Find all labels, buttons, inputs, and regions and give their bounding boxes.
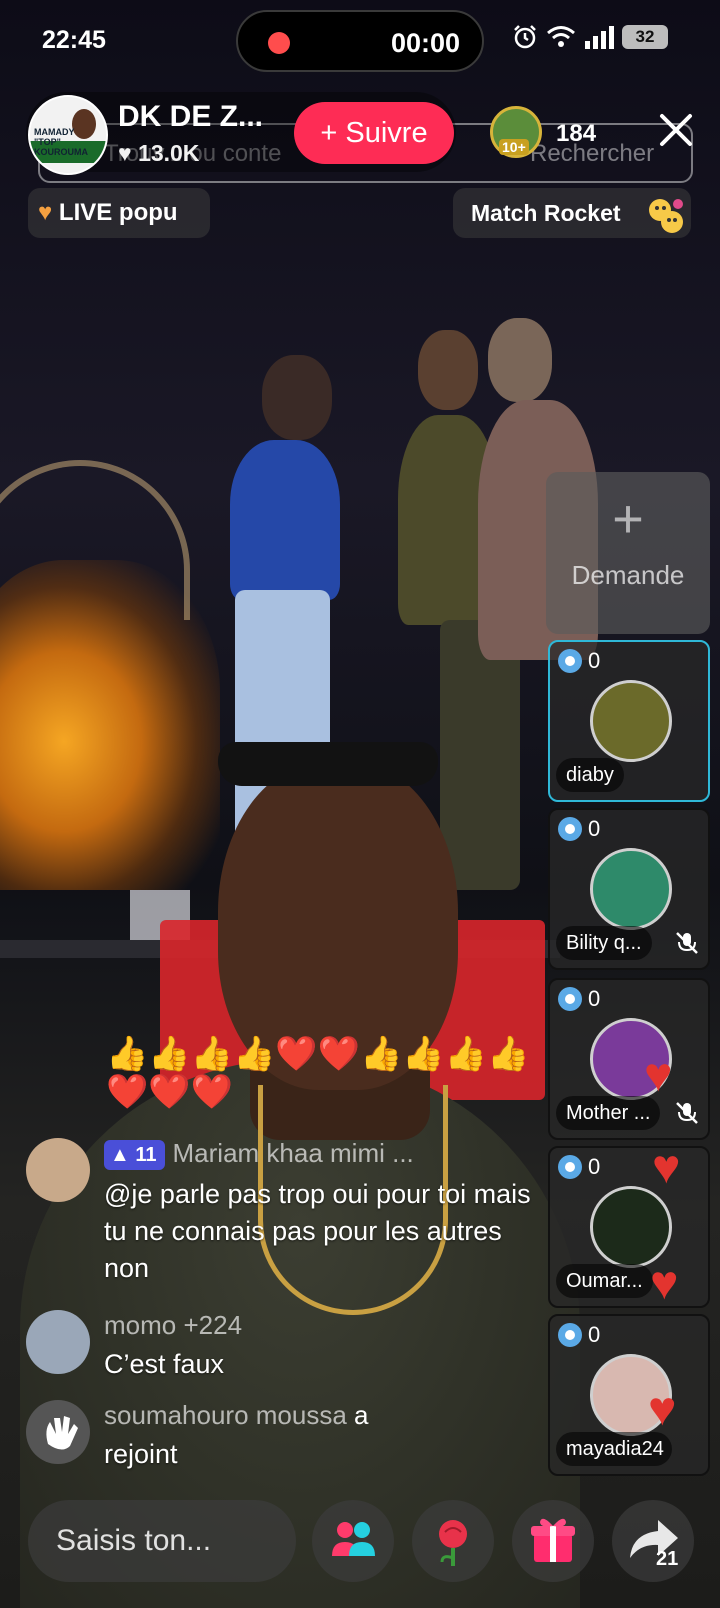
share-count: 21	[656, 1548, 679, 1570]
guest-score-value: 0	[588, 1154, 601, 1179]
guest-tile[interactable]: 0 Mother ...	[548, 978, 710, 1140]
chat-message-text: C’est faux	[104, 1349, 225, 1379]
floating-heart-icon: ♥	[650, 1257, 679, 1310]
gem-icon	[558, 987, 582, 1011]
match-rocket-label: Match Rocket	[471, 200, 621, 226]
rose-icon	[439, 1520, 467, 1566]
join-username-text: soumahouro moussa	[104, 1400, 347, 1430]
host-avatar[interactable]: MAMADY "TOP" KOUROUMA	[28, 95, 108, 175]
plus-icon: +	[612, 489, 644, 549]
battery-icon: 32	[622, 25, 668, 49]
record-dot-icon	[268, 32, 290, 54]
multi-guest-icon	[332, 1522, 375, 1556]
join-action: a	[354, 1400, 369, 1430]
guest-avatar	[590, 848, 672, 930]
guest-avatar	[590, 680, 672, 762]
level-badge: ▲ 11	[104, 1140, 165, 1171]
chat-username[interactable]: momo +224	[104, 1310, 242, 1341]
floating-heart-icon: ♥	[652, 1141, 681, 1194]
emoji-comment-line: 👍👍👍👍❤️❤️👍👍👍👍	[106, 1035, 530, 1073]
host-name[interactable]: DK DE Z...	[118, 100, 263, 134]
avatar-text: MAMADY "TOP" KOUROUMA	[34, 127, 88, 157]
emoji-comment-line: ❤️❤️❤️	[106, 1073, 234, 1111]
chat-username-text: Mariam khaa mimi ...	[172, 1138, 414, 1168]
join-text: rejoint	[104, 1439, 178, 1469]
multi-guest-button[interactable]	[312, 1500, 394, 1582]
signal-icon	[585, 26, 614, 49]
top-viewer-avatar[interactable]: 10+	[490, 106, 542, 158]
alarm-icon	[514, 25, 536, 49]
building-arch	[0, 460, 190, 620]
guest-tile[interactable]: 0 diaby	[548, 640, 710, 802]
guest-name: Bility q...	[556, 926, 652, 960]
host-sunglasses	[218, 742, 438, 786]
broken-heart-icon: ♥	[38, 199, 53, 226]
recording-timer: 00:00	[390, 28, 460, 58]
performer-head	[418, 330, 478, 410]
live-popular-pill[interactable]: ♥ LIVE popu	[28, 188, 210, 238]
viewer-level-badge: 10+	[499, 139, 529, 155]
status-bar: 22:45 00:00 32	[0, 0, 720, 80]
level-value: 11	[135, 1144, 157, 1167]
heart-icon: ♥	[118, 140, 132, 166]
guest-score-value: 0	[588, 1322, 601, 1347]
screen-recording-indicator[interactable]: 00:00	[236, 10, 484, 72]
guest-name: diaby	[556, 758, 624, 792]
gem-icon	[558, 1155, 582, 1179]
request-join-card[interactable]: + Demande	[546, 472, 710, 634]
gift-button[interactable]	[512, 1500, 594, 1582]
chat-avatar[interactable]	[26, 1310, 90, 1374]
rose-gift-button[interactable]	[412, 1500, 494, 1582]
join-username: soumahouro moussa a	[104, 1400, 369, 1431]
floating-heart-icon: ♥	[648, 1383, 677, 1436]
gem-icon	[558, 649, 582, 673]
guest-name: mayadia24	[556, 1432, 672, 1466]
chat-avatar[interactable]	[26, 1138, 90, 1202]
guest-tile[interactable]: 0 Oumar...	[548, 1146, 710, 1308]
clock: 22:45	[42, 26, 106, 54]
system-icons: 32	[512, 24, 668, 50]
host-likes: ♥ 13.0K	[118, 140, 199, 167]
guest-score: 0	[558, 986, 600, 1012]
guest-score-value: 0	[588, 816, 601, 841]
gift-icon	[531, 1518, 575, 1562]
follow-button[interactable]: + Suivre	[294, 102, 454, 164]
gem-icon	[558, 817, 582, 841]
performer-head	[488, 318, 552, 402]
live-popular-label: LIVE popu	[58, 199, 178, 226]
guest-score: 0	[558, 816, 600, 842]
guest-score: 0	[558, 1154, 600, 1180]
performer-head	[262, 355, 332, 440]
gem-icon	[558, 1323, 582, 1347]
share-button[interactable]	[612, 1500, 694, 1582]
mic-muted-icon	[676, 1102, 698, 1124]
guest-score-value: 0	[588, 986, 601, 1011]
wave-hand-icon	[26, 1400, 90, 1464]
chat-username[interactable]: ▲ 11 Mariam khaa mimi ...	[104, 1138, 414, 1171]
guest-tile[interactable]: 0 mayadia24	[548, 1314, 710, 1476]
chat-message-text: @je parle pas trop oui pour toi mais tu …	[104, 1179, 531, 1283]
request-label: Demande	[571, 560, 685, 590]
performer-legs	[440, 620, 520, 890]
floating-heart-icon: ♥	[644, 1049, 673, 1102]
share-arrow-icon	[630, 1520, 678, 1558]
guest-name: Oumar...	[556, 1264, 653, 1298]
guest-score: 0	[558, 1322, 600, 1348]
emoji-faces-icon	[649, 199, 683, 233]
mic-muted-icon	[676, 932, 698, 954]
guest-score-value: 0	[588, 648, 601, 673]
viewer-count[interactable]: 184	[556, 120, 596, 148]
guest-score: 0	[558, 648, 600, 674]
host-likes-count: 13.0K	[138, 140, 200, 166]
wifi-icon	[547, 26, 575, 47]
performer-body	[230, 440, 340, 600]
close-icon[interactable]	[656, 110, 696, 150]
comment-input[interactable]: Saisis ton...	[28, 1500, 296, 1582]
guest-tile[interactable]: 0 Bility q...	[548, 808, 710, 970]
